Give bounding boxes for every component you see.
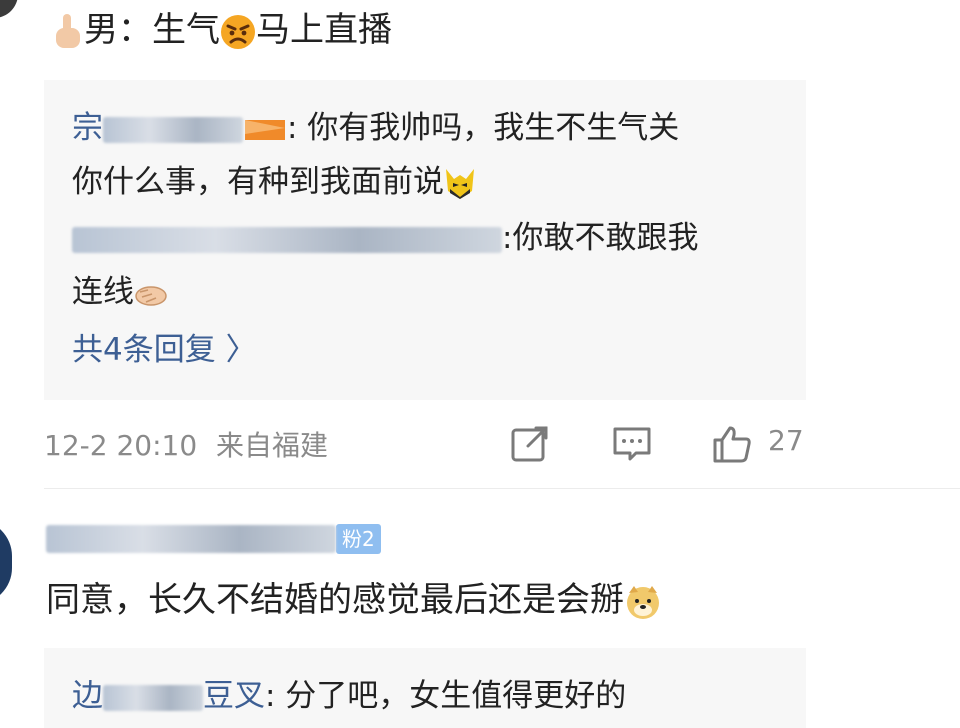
reply-preview-box[interactable]: 边豆叉: 分了吧，女生值得更好的	[44, 648, 806, 728]
reply-item-continued: 你什么事，有种到我面前说	[72, 162, 476, 202]
badge-icon	[245, 119, 285, 140]
reply-username[interactable]: 边豆叉	[72, 678, 265, 714]
waving-hand-emoji-icon	[135, 285, 167, 306]
reply-item: 宗 : 你有我帅吗，我生不生气关	[72, 110, 680, 146]
thumbs-up-icon[interactable]	[712, 424, 752, 464]
reply-username[interactable]	[72, 220, 502, 256]
commenter-username[interactable]: 粉2	[46, 524, 381, 558]
reply-item: :你敢不敢跟我	[72, 218, 698, 258]
reply-preview-box[interactable]: 宗 : 你有我帅吗，我生不生气关 你什么事，有种到我面前说 :你敢不敢跟我 连线…	[44, 80, 806, 400]
reply-username[interactable]: 宗	[72, 110, 243, 146]
reply-item: 边豆叉: 分了吧，女生值得更好的	[72, 678, 627, 714]
comment-text: 男：生气 马上直播	[50, 8, 392, 52]
commenter-avatar[interactable]	[0, 520, 12, 604]
reply-item-continued: 连线	[72, 272, 168, 312]
doge-emoji-icon	[627, 585, 659, 619]
view-more-replies-link[interactable]: 共4条回复 〉	[72, 330, 257, 370]
wolverine-mask-emoji-icon	[446, 168, 474, 199]
like-count: 27	[768, 424, 804, 457]
comment-meta: 12-2 20:10 来自福建	[44, 429, 329, 462]
comment-divider	[44, 488, 960, 489]
fan-level-badge: 粉2	[336, 524, 381, 554]
commenter-avatar[interactable]	[0, 0, 18, 18]
middle-finger-emoji-icon	[56, 13, 80, 48]
comment-icon[interactable]	[612, 424, 652, 464]
angry-face-emoji-icon	[221, 14, 255, 49]
comment-text: 同意，长久不结婚的感觉最后还是会掰	[46, 578, 662, 622]
share-icon[interactable]	[510, 424, 550, 464]
